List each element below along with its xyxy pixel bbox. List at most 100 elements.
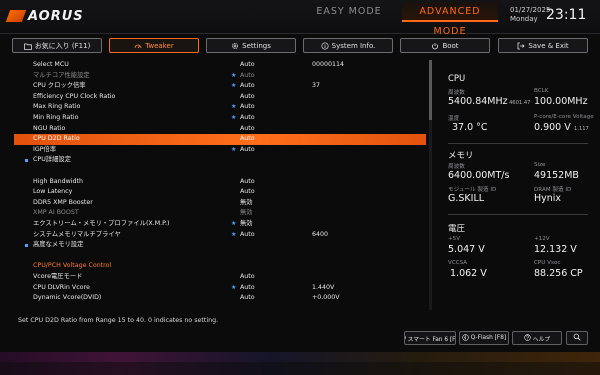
setting-value[interactable]: Auto — [240, 272, 255, 283]
button-label: Q-Flash [F8] — [470, 335, 507, 341]
setting-label: NGU Ratio — [33, 124, 66, 132]
power-icon — [431, 42, 439, 50]
setting-label: Vcore電圧モード — [33, 273, 83, 280]
tab-tweaker[interactable]: Tweaker — [109, 38, 199, 53]
tab-label: Boot — [442, 41, 459, 50]
vcore-sub: 1.117 — [574, 126, 589, 132]
setting-label: 高度なメモリ設定 — [33, 241, 84, 249]
setting-label: IGP倍率 — [33, 145, 57, 153]
submenu-bullet-icon — [25, 159, 28, 163]
setting-label: CPU クロック倍率 — [33, 82, 86, 90]
advanced-mode-button[interactable]: ADVANCED MODE — [402, 2, 498, 37]
setting-label: CPU D2D Ratio — [33, 135, 80, 143]
setting-current-value: +0.000V — [312, 294, 340, 302]
list-scrollbar[interactable] — [429, 60, 432, 310]
setting-value[interactable]: Auto — [240, 134, 255, 145]
mem-size-value: 49152MB — [534, 170, 579, 181]
tab-label: Tweaker — [145, 41, 174, 50]
setting-value[interactable]: 無効 — [240, 208, 253, 219]
setting-row[interactable]: Min Ring Ratio ★ Auto — [14, 113, 426, 124]
vccsa-label: VCCSA — [448, 260, 468, 266]
setting-value[interactable]: Auto — [240, 293, 255, 304]
setting-row[interactable]: システムメモリマルチプライヤ ★ Auto 6400 — [14, 230, 426, 241]
star-icon: ★ — [231, 103, 237, 111]
setting-row[interactable]: CPU クロック倍率 ★ Auto 37 — [14, 81, 426, 92]
tab-label: Settings — [242, 41, 271, 50]
setting-row[interactable]: マルチコア性能設定 ★ Auto — [14, 71, 426, 82]
setting-row[interactable]: Dynamic Vcore(DVID) Auto +0.000V — [14, 293, 426, 304]
setting-value[interactable]: Auto — [240, 145, 255, 156]
help-icon — [524, 333, 531, 343]
setting-value[interactable]: Auto — [240, 71, 255, 82]
setting-row[interactable]: DDR5 XMP Booster 無効 — [14, 198, 426, 209]
star-icon: ★ — [231, 145, 237, 153]
setting-label: Select MCU — [33, 61, 69, 68]
panel-divider — [448, 143, 588, 144]
setting-row[interactable]: CPU DLVRin Vcore ★ Auto 1.440V — [14, 283, 426, 294]
setting-value[interactable]: Auto — [240, 60, 255, 71]
main-tabs: お気に入り (F11) Tweaker Settings System Info… — [12, 38, 592, 54]
setting-row[interactable]: NGU Ratio Auto — [14, 124, 426, 135]
memory-section-title: メモリ — [448, 151, 474, 161]
clock: 23:11 — [546, 7, 587, 23]
tab-label: Save & Exit — [528, 41, 569, 50]
setting-row[interactable]: Max Ring Ratio ★ Auto — [14, 102, 426, 113]
setting-label: システムメモリマルチプライヤ — [33, 230, 121, 238]
tab-save-exit[interactable]: Save & Exit — [498, 38, 588, 53]
module-mfr-label: モジュール 製造 ID — [448, 187, 497, 193]
setting-row[interactable]: Select MCU Auto 00000114 — [14, 60, 426, 71]
scrollbar-thumb[interactable] — [429, 60, 432, 120]
setting-value[interactable]: Auto — [240, 177, 255, 188]
setting-row[interactable]: CPU D2D Ratio Auto — [14, 134, 426, 145]
setting-label: Max Ring Ratio — [33, 103, 81, 111]
setting-label: Efficiency CPU Clock Ratio — [33, 92, 116, 100]
help-button[interactable]: ヘルプ — [512, 331, 562, 345]
setting-label: Low Latency — [33, 188, 73, 196]
gear-icon — [231, 42, 239, 50]
aorus-logo: AORUS — [5, 8, 88, 26]
cpu-section-title: CPU — [448, 74, 466, 84]
star-icon: ★ — [231, 71, 237, 79]
qflash-button[interactable]: Q-Flash [F8] — [459, 331, 509, 345]
tab-boot[interactable]: Boot — [400, 38, 490, 53]
setting-row[interactable]: Low Latency Auto — [14, 187, 426, 198]
button-label: スマート Fan 6 [F6] — [407, 336, 456, 343]
button-label: ヘルプ — [532, 336, 551, 343]
setting-value[interactable]: Auto — [240, 187, 255, 198]
setting-value[interactable]: 無効 — [240, 198, 253, 209]
setting-row[interactable]: IGP倍率 ★ Auto — [14, 145, 426, 156]
setting-value[interactable]: Auto — [240, 230, 255, 241]
setting-row[interactable]: エクストリーム・メモリ・プロファイル(X.M.P.) ★ 無効 — [14, 219, 426, 230]
gauge-icon — [134, 42, 142, 50]
setting-value[interactable]: Auto — [240, 124, 255, 135]
setting-value[interactable]: Auto — [240, 102, 255, 113]
tab-system-info[interactable]: System Info. — [303, 38, 393, 53]
setting-value[interactable]: Auto — [240, 81, 255, 92]
setting-row[interactable]: Efficiency CPU Clock Ratio Auto — [14, 92, 426, 103]
date-text: 01/27/2025 — [510, 6, 551, 14]
submenu-item[interactable]: CPU詳細設定 — [14, 155, 426, 166]
star-icon: ★ — [231, 220, 237, 227]
setting-row[interactable]: High Bandwidth Auto — [14, 177, 426, 188]
setting-value[interactable]: Auto — [240, 92, 255, 103]
search-button[interactable] — [566, 331, 588, 345]
submenu-item[interactable]: 高度なメモリ設定 — [14, 240, 426, 251]
tab-settings[interactable]: Settings — [206, 38, 296, 53]
tab-favorites[interactable]: お気に入り (F11) — [12, 38, 102, 53]
smart-fan-button[interactable]: スマート Fan 6 [F6] — [404, 331, 456, 345]
panel-divider — [448, 214, 588, 215]
v12-value: 12.132 V — [534, 244, 577, 255]
setting-row[interactable]: XMP AI BOOST 無効 — [14, 208, 426, 219]
setting-row[interactable]: Vcore電圧モード Auto — [14, 272, 426, 283]
top-bar: AORUS EASY MODE ADVANCED MODE 01/27/2025… — [0, 0, 600, 37]
easy-mode-button[interactable]: EASY MODE — [300, 4, 398, 20]
search-icon — [573, 333, 581, 343]
v5-value: 5.047 V — [448, 244, 485, 255]
date-display: 01/27/2025 Monday — [510, 6, 550, 24]
cpu-temp-value: 37.0 °C — [452, 122, 488, 133]
setting-value[interactable]: Auto — [240, 283, 255, 294]
setting-current-value: 37 — [312, 82, 321, 90]
setting-value[interactable]: 無効 — [240, 219, 253, 230]
setting-value[interactable]: Auto — [240, 113, 255, 124]
mem-size-label: Size — [534, 162, 546, 168]
